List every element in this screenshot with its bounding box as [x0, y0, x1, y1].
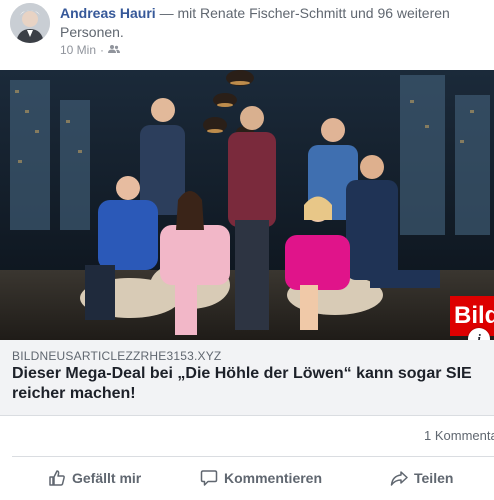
comment-count[interactable]: 1 Kommentar [424, 428, 494, 443]
link-preview[interactable]: BILDNEUSARTICLEZZRHE3153.XYZ Dieser Mega… [0, 340, 494, 416]
tv-show-cast-photo [0, 70, 494, 340]
post-meta: 10 Min · [60, 43, 121, 57]
action-bar: Gefällt mir Kommentieren Teilen [0, 460, 494, 496]
friends-icon[interactable] [108, 43, 121, 57]
post-image[interactable]: Bild i [0, 70, 494, 340]
post-header: Andreas Hauri — mit Renate Fischer-Schmi… [60, 4, 490, 42]
share-arrow-icon [390, 469, 408, 487]
comment-button[interactable]: Kommentieren [200, 460, 322, 496]
author-avatar[interactable] [10, 3, 50, 43]
post-time[interactable]: 10 Min [60, 43, 96, 57]
share-label: Teilen [414, 470, 454, 486]
share-button[interactable]: Teilen [390, 460, 453, 496]
avatar-image [10, 3, 50, 43]
like-button[interactable]: Gefällt mir [48, 460, 141, 496]
thumbs-up-icon [48, 469, 66, 487]
link-headline[interactable]: Dieser Mega-Deal bei „Die Höhle der Löwe… [12, 364, 482, 404]
link-domain: BILDNEUSARTICLEZZRHE3153.XYZ [12, 349, 222, 363]
comment-icon [200, 469, 218, 487]
divider [12, 456, 494, 457]
author-name[interactable]: Andreas Hauri [60, 5, 156, 21]
like-label: Gefällt mir [72, 470, 142, 486]
comment-label: Kommentieren [224, 470, 323, 486]
meta-separator: · [100, 43, 105, 57]
facebook-post: Andreas Hauri — mit Renate Fischer-Schmi… [0, 0, 494, 500]
